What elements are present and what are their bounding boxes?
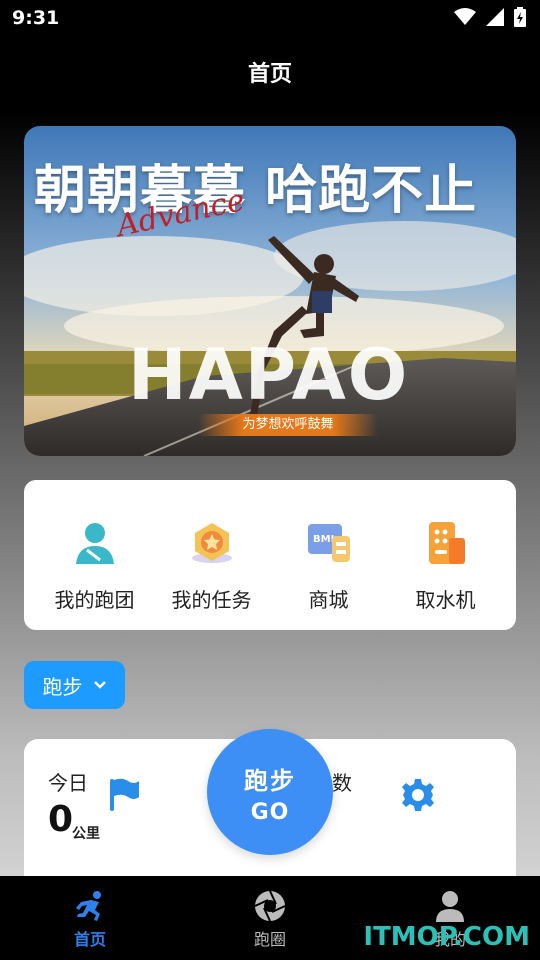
nav-item-circle[interactable]: 跑圈 (210, 876, 330, 960)
sport-type-label: 跑步 (42, 674, 83, 699)
quick-item-running-group[interactable]: 我的跑团 (40, 480, 150, 630)
distance-unit: 公里 (72, 826, 100, 842)
go-button-label: 跑步 (244, 767, 296, 795)
signal-icon (486, 8, 504, 26)
wifi-icon (454, 8, 476, 25)
quick-item-tasks[interactable]: 我的任务 (157, 480, 267, 630)
running-group-icon (75, 523, 114, 564)
go-button-subtext: GO (250, 800, 290, 825)
water-dispenser-icon (428, 522, 465, 564)
nav-label: 首页 (73, 930, 106, 949)
svg-text:BMI: BMI (313, 534, 334, 545)
nav-item-home[interactable]: 首页 (30, 876, 150, 960)
chevron-down-icon (93, 681, 106, 689)
user-icon (436, 891, 464, 922)
status-icons (454, 7, 526, 27)
mall-icon: BMI (307, 524, 350, 562)
page-title: 首页 (247, 62, 292, 87)
flag-icon (110, 778, 139, 811)
today-label: 今日 (48, 771, 88, 795)
start-run-button[interactable]: 跑步 GO (207, 729, 333, 855)
task-medal-icon (191, 523, 232, 563)
banner-headline: 朝朝暮暮 哈跑不止 (34, 161, 478, 221)
quick-label: 取水机 (415, 588, 476, 612)
status-time: 9:31 (12, 7, 60, 29)
battery-icon (514, 7, 526, 27)
sport-type-dropdown[interactable]: 跑步 (24, 661, 125, 709)
promo-banner[interactable]: 朝朝暮暮 哈跑不止 Advance HAPAO 为梦想欢呼鼓舞 (24, 126, 516, 456)
banner-tagline: 为梦想欢呼鼓舞 (198, 414, 378, 436)
steps-label: 数 (332, 771, 352, 795)
quick-item-mall[interactable]: BMI 商城 (274, 480, 384, 630)
gear-icon[interactable] (400, 777, 436, 813)
aperture-icon (254, 890, 286, 922)
banner-brand: HAPAO (128, 334, 410, 416)
quick-label: 我的跑团 (54, 588, 135, 612)
runner-icon (76, 891, 101, 921)
distance-value: 0 (48, 799, 74, 840)
quick-label: 商城 (308, 588, 349, 612)
quick-item-water-dispenser[interactable]: 取水机 (391, 480, 501, 630)
status-bar: 9:31 (0, 0, 540, 36)
nav-label: 跑圈 (253, 930, 286, 949)
quick-label: 我的任务 (171, 588, 252, 612)
watermark: ITMOP.COM (363, 922, 530, 952)
quick-menu: 我的跑团 我的任务 BMI 商城 取水机 (24, 480, 516, 630)
